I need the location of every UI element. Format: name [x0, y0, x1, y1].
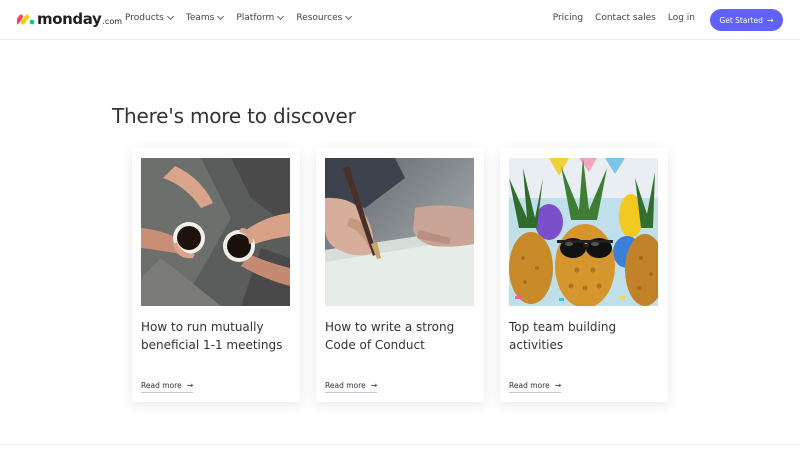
contact-sales-link[interactable]: Contact sales	[595, 13, 656, 23]
article-card[interactable]: How to run mutually beneficial 1-1 meeti…	[132, 148, 300, 402]
section-heading: There's more to discover	[112, 104, 356, 128]
pricing-link[interactable]: Pricing	[553, 13, 583, 23]
nav-resources-label: Resources	[296, 13, 343, 23]
nav-teams-label: Teams	[185, 13, 215, 23]
top-navbar: monday .com Products Teams Platform Reso…	[0, 0, 800, 40]
login-link[interactable]: Log in	[668, 13, 695, 23]
chevron-down-icon	[166, 12, 174, 21]
nav-platform-label: Platform	[236, 13, 275, 23]
monday-logo[interactable]: monday .com	[17, 9, 122, 29]
read-more-label: Read more	[325, 381, 366, 390]
read-more-label: Read more	[509, 381, 550, 390]
secondary-nav: Pricing Contact sales Log in	[541, 13, 695, 23]
pineapples-sunglasses-photo[interactable]	[509, 158, 658, 306]
arrow-right-icon: →	[186, 381, 194, 390]
get-started-label: Get Started	[719, 15, 763, 25]
card-title[interactable]: Top team building activities	[509, 318, 661, 354]
chevron-down-icon	[217, 12, 225, 21]
brand-name: monday	[37, 10, 102, 28]
nav-resources[interactable]: Resources	[296, 12, 353, 23]
read-more-link[interactable]: Read more →	[509, 381, 562, 393]
article-card[interactable]: How to write a strong Code of Conduct Re…	[316, 148, 484, 402]
arrow-right-icon: →	[766, 15, 774, 25]
read-more-label: Read more	[141, 381, 182, 390]
main-nav: Products Teams Platform Resources	[125, 12, 364, 23]
coffee-cups-photo[interactable]	[141, 158, 290, 306]
get-started-button[interactable]: Get Started →	[710, 9, 783, 31]
card-title[interactable]: How to write a strong Code of Conduct	[325, 318, 477, 354]
read-more-link[interactable]: Read more →	[141, 381, 194, 393]
brand-suffix: .com	[102, 16, 123, 26]
monday-logo-icon	[17, 14, 35, 25]
writing-pen-image	[325, 158, 474, 306]
read-more-link[interactable]: Read more →	[325, 381, 378, 393]
card-title[interactable]: How to run mutually beneficial 1-1 meeti…	[141, 318, 293, 354]
chevron-down-icon	[345, 12, 353, 21]
chevron-down-icon	[277, 12, 285, 21]
arrow-right-icon: →	[370, 381, 378, 390]
coffee-cups-image	[141, 158, 290, 306]
nav-teams[interactable]: Teams	[185, 12, 225, 23]
footer-divider	[0, 444, 800, 445]
nav-products-label: Products	[125, 13, 164, 23]
writing-pen-photo[interactable]	[325, 158, 474, 306]
nav-products[interactable]: Products	[125, 12, 174, 23]
nav-platform[interactable]: Platform	[236, 12, 285, 23]
pineapples-image	[509, 158, 658, 306]
arrow-right-icon: →	[554, 381, 562, 390]
article-card[interactable]: Top team building activities Read more →	[500, 148, 668, 402]
